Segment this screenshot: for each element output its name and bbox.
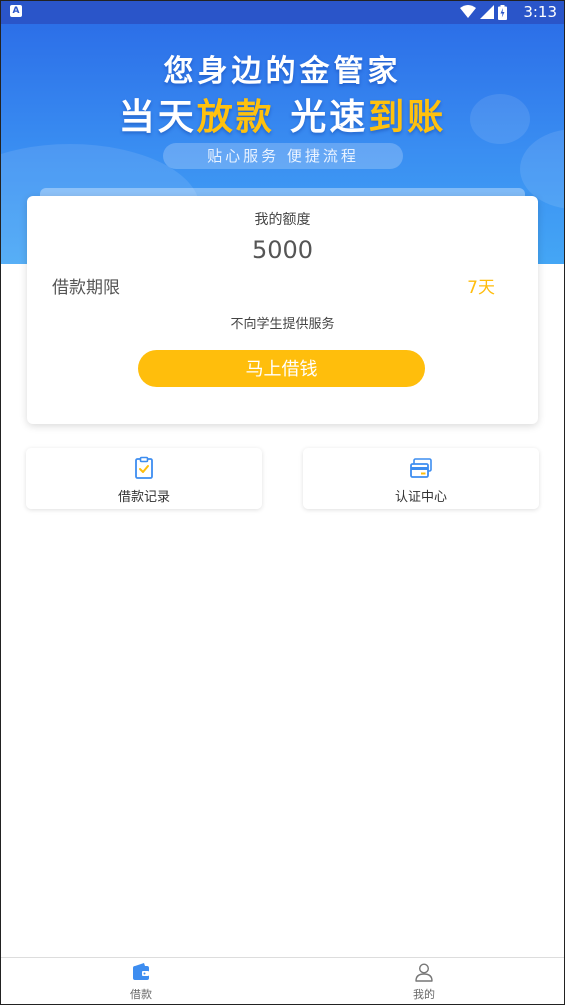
student-notice: 不向学生提供服务 — [230, 317, 335, 332]
slogan-part2: 放款 — [196, 97, 275, 138]
signal-icon — [480, 5, 494, 19]
loan-records-card[interactable]: 借款记录 — [26, 448, 262, 509]
nav-tab-mine[interactable]: 我的 — [283, 958, 565, 1006]
term-label: 借款期限 — [52, 278, 120, 298]
slogan-part1: 当天 — [118, 97, 197, 138]
quota-label: 我的额度 — [254, 212, 311, 228]
term-value: 7天 — [467, 278, 495, 298]
banner-slogan: 当天放款 光速到账 — [0, 88, 565, 140]
user-icon — [415, 963, 433, 982]
status-time: 3:13 — [523, 3, 557, 21]
bottom-nav: 借款 我的 — [0, 957, 565, 1006]
loan-records-label: 借款记录 — [117, 490, 170, 505]
nav-mine-label: 我的 — [413, 988, 435, 1001]
slogan-part3: 光速 — [290, 97, 369, 138]
battery-icon — [498, 4, 507, 20]
quota-card: 我的额度 5000 借款期限 7天 不向学生提供服务 马上借钱 — [27, 196, 538, 424]
verification-center-card[interactable]: 认证中心 — [303, 448, 539, 509]
slogan-part4: 到账 — [368, 97, 447, 138]
banner-pill: 贴心服务 便捷流程 — [163, 143, 403, 169]
id-card-icon — [410, 458, 432, 478]
notification-glyph: A — [12, 6, 20, 16]
banner-headline: 您身边的金管家 — [163, 54, 402, 89]
status-bar: A 3:13 — [0, 0, 565, 24]
nav-tab-loan[interactable]: 借款 — [0, 958, 282, 1006]
wallet-icon — [133, 963, 149, 980]
status-icons — [460, 4, 507, 20]
borrow-now-button[interactable]: 马上借钱 — [138, 350, 425, 387]
verification-center-label: 认证中心 — [394, 490, 447, 505]
quota-amount: 5000 — [251, 236, 314, 264]
wifi-icon — [460, 5, 476, 18]
clipboard-check-icon — [135, 456, 153, 479]
notification-icon: A — [10, 5, 22, 17]
nav-loan-label: 借款 — [130, 988, 152, 1001]
